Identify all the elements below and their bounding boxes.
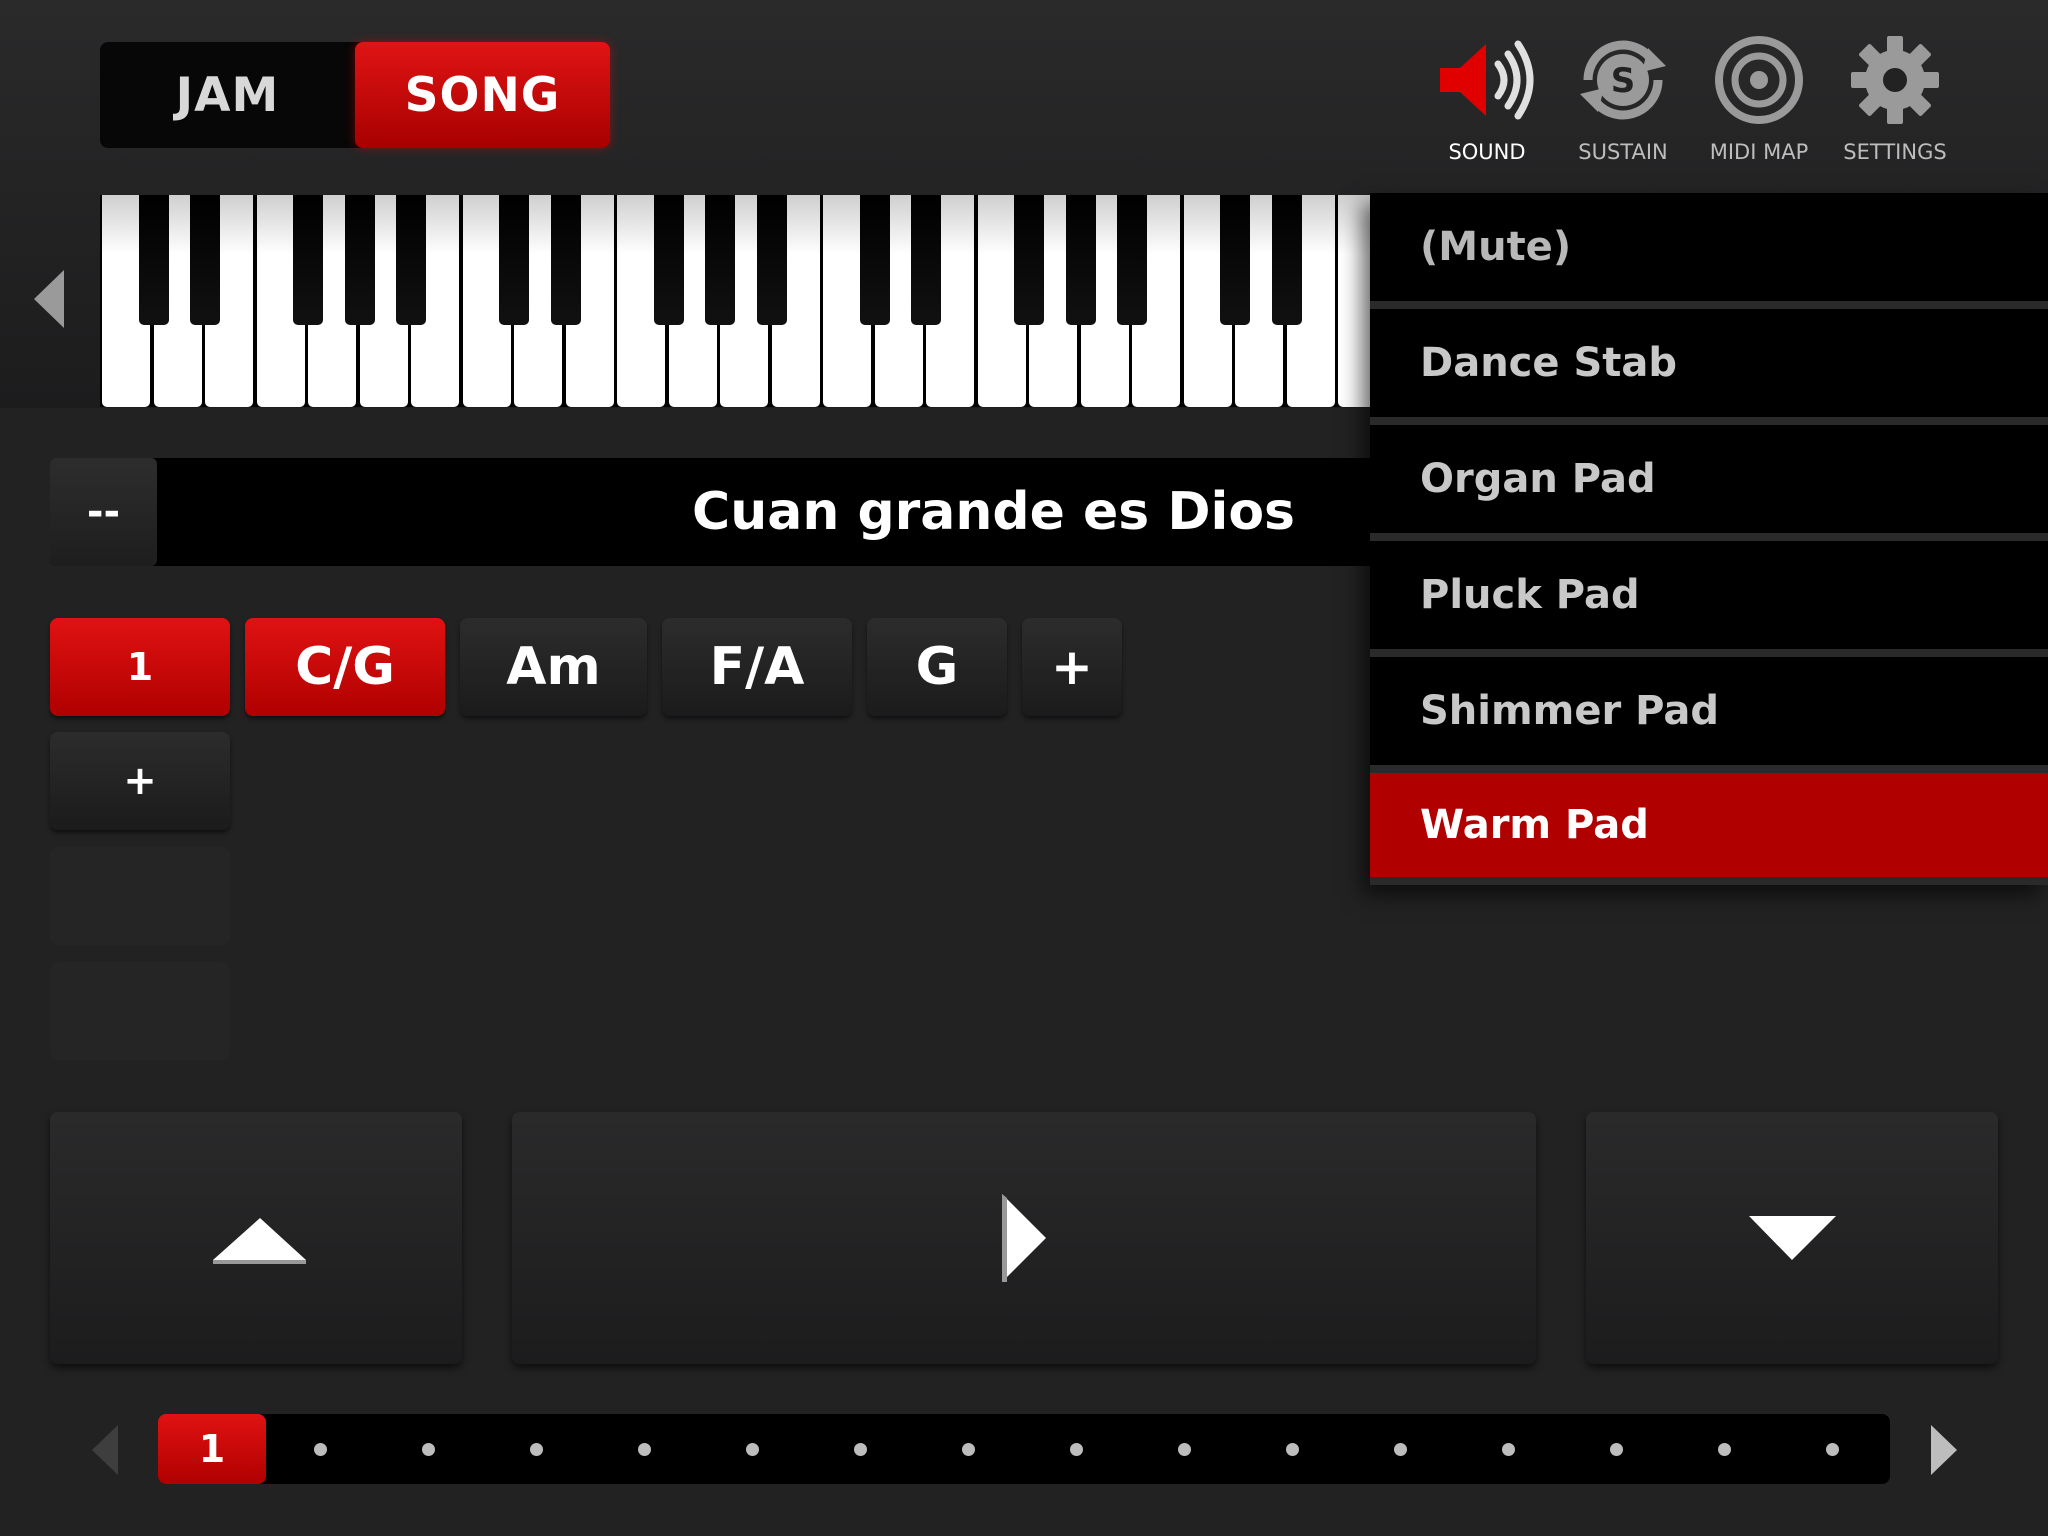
section-dot[interactable] [1718, 1443, 1731, 1456]
black-key[interactable] [396, 195, 426, 325]
next-part-button[interactable] [1586, 1112, 1998, 1364]
sound-option-dance-stab[interactable]: Dance Stab [1370, 309, 2048, 417]
section-dot[interactable] [1610, 1443, 1623, 1456]
black-key[interactable] [859, 195, 890, 325]
chord-button[interactable]: F/A [662, 618, 852, 716]
sound-option-mute[interactable]: (Mute) [1370, 193, 2048, 301]
section-dot[interactable] [1178, 1443, 1191, 1456]
empty-part-slot [50, 962, 230, 1060]
settings-label: SETTINGS [1843, 140, 1947, 164]
section-dot[interactable] [1394, 1443, 1407, 1456]
speaker-icon [1440, 40, 1534, 120]
triangle-down-icon [1749, 1216, 1836, 1260]
section-bar [158, 1414, 1890, 1484]
add-part-button[interactable]: + [50, 732, 230, 830]
song-mode-button[interactable]: SONG [355, 42, 610, 148]
midi-map-button[interactable]: MIDI MAP [1694, 30, 1824, 164]
sound-option-organ-pad[interactable]: Organ Pad [1370, 425, 2048, 533]
black-key[interactable] [1117, 195, 1147, 325]
sound-option-pluck-pad[interactable]: Pluck Pad [1370, 541, 2048, 649]
chord-button[interactable]: C/G [245, 618, 445, 716]
empty-part-slot [50, 847, 230, 945]
sound-option-warm-pad[interactable]: Warm Pad [1370, 773, 2048, 877]
play-button[interactable] [512, 1112, 1536, 1364]
black-key[interactable] [344, 195, 375, 325]
target-icon [1715, 36, 1803, 124]
sustain-label: SUSTAIN [1578, 140, 1668, 164]
chord-button[interactable]: G [867, 618, 1007, 716]
keyboard-scroll-left-icon[interactable] [34, 270, 64, 328]
black-key[interactable] [190, 195, 220, 325]
black-key[interactable] [138, 195, 169, 325]
section-dot[interactable] [746, 1443, 759, 1456]
black-key[interactable] [499, 195, 529, 325]
gear-icon [1851, 36, 1939, 124]
section-dot[interactable] [962, 1443, 975, 1456]
section-dot[interactable] [314, 1443, 327, 1456]
add-chord-button[interactable]: + [1022, 618, 1122, 716]
black-key[interactable] [911, 195, 941, 325]
black-key[interactable] [293, 195, 323, 325]
black-key[interactable] [1065, 195, 1096, 325]
song-menu-button[interactable]: -- [50, 458, 157, 566]
black-key[interactable] [1220, 195, 1250, 325]
white-key[interactable] [1338, 195, 1370, 407]
play-icon [1002, 1194, 1046, 1282]
sound-dropdown: (Mute) Dance Stab Organ Pad Pluck Pad Sh… [1370, 193, 2048, 885]
svg-text:S: S [1611, 61, 1636, 101]
section-dot[interactable] [638, 1443, 651, 1456]
black-key[interactable] [550, 195, 581, 325]
song-title: Cuan grande es Dios [692, 482, 1295, 542]
black-key[interactable] [1014, 195, 1044, 325]
section-dot[interactable] [1286, 1443, 1299, 1456]
previous-part-button[interactable] [50, 1112, 462, 1364]
piano-keyboard[interactable] [100, 195, 1370, 407]
midi-map-label: MIDI MAP [1709, 140, 1809, 164]
mode-toggle: JAM SONG [100, 42, 610, 148]
section-dot[interactable] [1502, 1443, 1515, 1456]
black-key[interactable] [705, 195, 735, 325]
black-key[interactable] [756, 195, 787, 325]
section-dot[interactable] [1070, 1443, 1083, 1456]
part-number-button[interactable]: 1 [50, 618, 230, 716]
section-scroll-right-icon[interactable] [1927, 1420, 1967, 1480]
chord-button[interactable]: Am [460, 618, 647, 716]
sustain-button[interactable]: S SUSTAIN [1558, 30, 1688, 164]
triangle-up-icon [213, 1218, 306, 1264]
sound-option-shimmer-pad[interactable]: Shimmer Pad [1370, 657, 2048, 765]
black-key[interactable] [1271, 195, 1302, 325]
section-dot[interactable] [854, 1443, 867, 1456]
black-key[interactable] [653, 195, 684, 325]
jam-mode-button[interactable]: JAM [100, 42, 355, 148]
section-scroll-left-icon[interactable] [88, 1420, 128, 1480]
sound-label: SOUND [1448, 140, 1526, 164]
settings-button[interactable]: SETTINGS [1830, 30, 1960, 164]
section-dot[interactable] [1826, 1443, 1839, 1456]
current-section-button[interactable]: 1 [158, 1414, 266, 1484]
sound-button[interactable]: SOUND [1422, 30, 1552, 164]
section-dot[interactable] [422, 1443, 435, 1456]
section-dot[interactable] [530, 1443, 543, 1456]
sustain-icon: S [1580, 40, 1666, 120]
